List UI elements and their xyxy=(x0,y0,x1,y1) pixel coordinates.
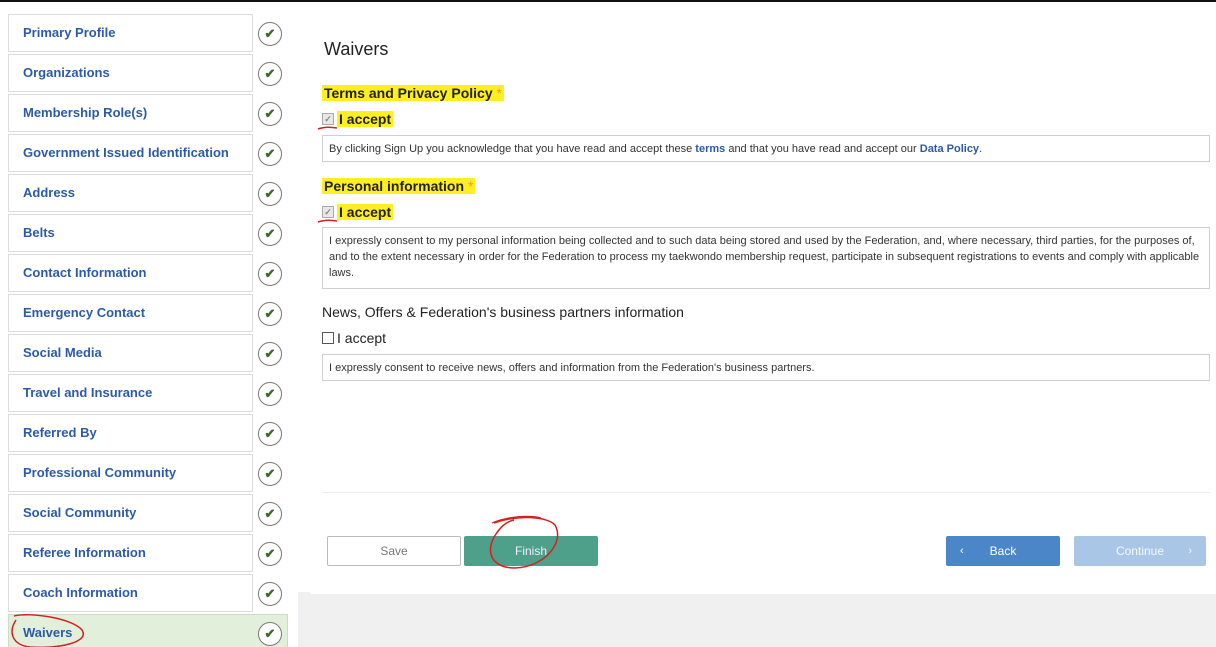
news-accept-label: I accept xyxy=(337,330,387,346)
personal-info-accept-checkbox[interactable]: ✓ xyxy=(322,206,334,218)
sidebar-item-label: Coach Information xyxy=(23,585,138,600)
save-button[interactable]: Save xyxy=(327,536,461,566)
sidebar-item-label: Government Issued Identification xyxy=(23,145,229,160)
app-root: Primary Profile ✔ Organizations ✔ Membership… xyxy=(0,0,1216,647)
required-mark: * xyxy=(496,85,502,101)
news-accept-checkbox[interactable] xyxy=(322,332,334,344)
sidebar-item-travel-and-insurance[interactable]: Travel and Insurance ✔ xyxy=(8,374,298,412)
check-circle-icon: ✔ xyxy=(258,502,282,526)
terms-text: By clicking Sign Up you acknowledge that… xyxy=(329,143,696,155)
sidebar-item-membership-role-s[interactable]: Membership Role(s) ✔ xyxy=(8,94,298,132)
sidebar-item-label: Referee Information xyxy=(23,545,146,560)
terms-link[interactable]: terms xyxy=(695,143,725,155)
page-title: Waivers xyxy=(324,39,389,59)
sidebar-item-emergency-contact[interactable]: Emergency Contact ✔ xyxy=(8,294,298,332)
personal-info-accept-label: I accept xyxy=(337,204,394,220)
required-mark: * xyxy=(467,178,474,194)
check-circle-icon: ✔ xyxy=(258,302,282,326)
sidebar-item-label: Primary Profile xyxy=(23,25,116,40)
finish-button-label: Finish xyxy=(514,544,547,558)
check-circle-icon: ✔ xyxy=(258,462,282,486)
sidebar-item-contact-information[interactable]: Contact Information ✔ xyxy=(8,254,298,292)
sidebar-item-label: Organizations xyxy=(23,65,110,80)
continue-button[interactable]: Continue › xyxy=(1074,536,1206,566)
check-circle-icon: ✔ xyxy=(258,422,282,446)
footer-background xyxy=(298,592,1216,647)
sidebar-item-social-community[interactable]: Social Community ✔ xyxy=(8,494,298,532)
check-circle-icon: ✔ xyxy=(258,62,282,86)
sidebar-item-coach-information[interactable]: Coach Information ✔ xyxy=(8,574,298,612)
save-button-label: Save xyxy=(380,544,408,558)
personal-info-text: I expressly consent to my personal infor… xyxy=(329,235,1200,279)
sidebar-item-label: Professional Community xyxy=(23,465,177,480)
sidebar-item-label: Contact Information xyxy=(23,265,147,280)
personal-info-accept-row[interactable]: ✓ I accept xyxy=(322,204,394,220)
back-button[interactable]: ‹ Back xyxy=(946,536,1060,566)
sidebar-item-social-media[interactable]: Social Media ✔ xyxy=(8,334,298,372)
divider xyxy=(322,492,1210,493)
chevron-right-icon: › xyxy=(1188,545,1192,557)
sidebar-item-professional-community[interactable]: Professional Community ✔ xyxy=(8,454,298,492)
continue-button-label: Continue xyxy=(1115,544,1165,558)
check-circle-icon: ✔ xyxy=(258,222,282,246)
terms-text-end: . xyxy=(979,143,983,155)
sidebar-item-label: Travel and Insurance xyxy=(23,385,153,400)
news-section-title: News, Offers & Federation's business par… xyxy=(322,304,684,320)
sidebar-item-primary-profile[interactable]: Primary Profile ✔ xyxy=(8,14,298,52)
sidebar-item-label: Belts xyxy=(23,225,55,240)
terms-accept-checkbox[interactable]: ✓ xyxy=(322,113,334,125)
check-circle-icon: ✔ xyxy=(258,342,282,366)
check-circle-icon: ✔ xyxy=(258,262,282,286)
sidebar-item-label: Membership Role(s) xyxy=(23,105,148,120)
check-circle-icon: ✔ xyxy=(258,622,282,646)
sidebar: Primary Profile ✔ Organizations ✔ Membership… xyxy=(8,14,298,647)
check-circle-icon: ✔ xyxy=(258,102,282,126)
back-button-label: Back xyxy=(989,544,1017,558)
terms-text-box: By clicking Sign Up you acknowledge that… xyxy=(322,135,1210,162)
personal-info-title-text: Personal information xyxy=(324,178,465,194)
terms-title-text: Terms and Privacy Policy xyxy=(324,85,493,101)
sidebar-item-label: Address xyxy=(23,185,76,200)
finish-button[interactable]: Finish xyxy=(464,536,598,566)
terms-text-middle: and that you have read and accept our xyxy=(725,143,920,155)
sidebar-item-label: Social Community xyxy=(23,505,137,520)
sidebar-item-address[interactable]: Address ✔ xyxy=(8,174,298,212)
check-circle-icon: ✔ xyxy=(258,382,282,406)
sidebar-item-belts[interactable]: Belts ✔ xyxy=(8,214,298,252)
terms-section-title: Terms and Privacy Policy * xyxy=(322,85,504,101)
sidebar-item-label: Referred By xyxy=(23,425,97,440)
sidebar-item-referee-information[interactable]: Referee Information ✔ xyxy=(8,534,298,572)
sidebar-item-referred-by[interactable]: Referred By ✔ xyxy=(8,414,298,452)
sidebar-item-label: Waivers xyxy=(23,625,73,640)
check-circle-icon: ✔ xyxy=(258,582,282,606)
sidebar-item-label: Emergency Contact xyxy=(23,305,146,320)
check-circle-icon: ✔ xyxy=(258,182,282,206)
terms-accept-label: I accept xyxy=(337,111,394,127)
chevron-left-icon: ‹ xyxy=(960,545,964,557)
check-circle-icon: ✔ xyxy=(258,542,282,566)
personal-info-text-box: I expressly consent to my personal infor… xyxy=(322,227,1210,289)
news-text: I expressly consent to receive news, off… xyxy=(329,362,815,374)
main-panel: Waivers Terms and Privacy Policy * ✓ I a… xyxy=(310,14,1216,594)
personal-info-section-title: Personal information * xyxy=(322,178,476,194)
sidebar-item-government-issued-identification[interactable]: Government Issued Identification ✔ xyxy=(8,134,298,172)
news-accept-row[interactable]: I accept xyxy=(322,330,386,346)
sidebar-item-label: Social Media xyxy=(23,345,102,360)
check-circle-icon: ✔ xyxy=(258,142,282,166)
data-policy-link[interactable]: Data Policy xyxy=(920,143,979,155)
check-circle-icon: ✔ xyxy=(258,22,282,46)
sidebar-item-waivers[interactable]: Waivers ✔ xyxy=(8,614,298,647)
news-text-box: I expressly consent to receive news, off… xyxy=(322,354,1210,381)
sidebar-item-organizations[interactable]: Organizations ✔ xyxy=(8,54,298,92)
terms-accept-row[interactable]: ✓ I accept xyxy=(322,111,394,127)
